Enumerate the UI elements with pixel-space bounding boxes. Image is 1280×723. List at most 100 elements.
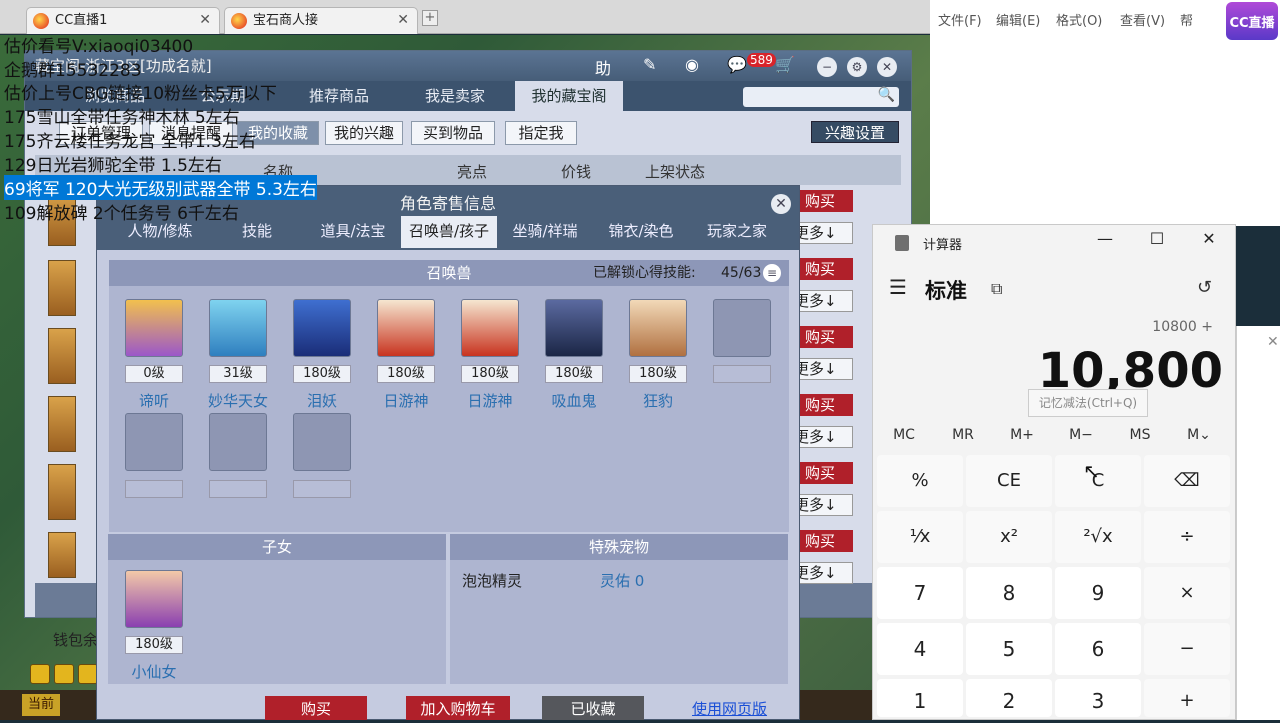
memory-list-button[interactable]: M⌄ (1170, 427, 1228, 443)
cc-favicon-icon (231, 13, 247, 29)
interest-settings-button[interactable]: 兴趣设置 (811, 121, 899, 143)
purchased-items-button[interactable]: 买到物品 (411, 121, 495, 145)
dialog-buy-button[interactable]: 购买 (265, 696, 367, 720)
listing-thumbnail[interactable] (48, 396, 76, 452)
use-web-version-link[interactable]: 使用网页版 (692, 698, 767, 719)
listing-thumbnail[interactable] (48, 328, 76, 384)
pet-portrait[interactable] (461, 299, 519, 357)
add-button[interactable]: + (1144, 679, 1230, 717)
notepad-line: 175齐云楼任务龙宫 全带1.3左右 (4, 132, 256, 152)
help-button[interactable]: 助 (595, 55, 611, 79)
memory-subtract-button[interactable]: M− (1052, 427, 1110, 443)
history-icon[interactable]: ↺ (1197, 277, 1212, 298)
list-icon[interactable]: ≡ (763, 264, 781, 282)
pet-portrait[interactable] (377, 299, 435, 357)
digit-8-button[interactable]: 8 (966, 567, 1052, 619)
tab-player-home[interactable]: 玩家之家 (689, 216, 785, 248)
listing-thumbnail[interactable] (48, 260, 76, 316)
backspace-button[interactable]: ⌫ (1144, 455, 1230, 507)
child-name[interactable]: 小仙女 (114, 661, 194, 682)
maximize-icon[interactable]: ☐ (1139, 229, 1175, 248)
memory-clear-button[interactable]: MC (875, 427, 933, 443)
digit-9-button[interactable]: 9 (1055, 567, 1141, 619)
pet-portrait[interactable] (209, 299, 267, 357)
close-icon[interactable]: ✕ (397, 8, 409, 33)
menu-format[interactable]: 格式(O) (1056, 10, 1102, 29)
add-to-cart-button[interactable]: 加入购物车 (406, 696, 510, 720)
square-button[interactable]: x² (966, 511, 1052, 563)
menu-help[interactable]: 帮 (1180, 10, 1193, 29)
tab-items[interactable]: 道具/法宝 (305, 216, 401, 248)
pet-name[interactable]: 谛听 (114, 390, 194, 411)
tab-outfits[interactable]: 锦衣/染色 (593, 216, 689, 248)
tab-seller[interactable]: 我是卖家 (407, 81, 503, 111)
tab-my-pavilion[interactable]: 我的藏宝阁 (515, 81, 623, 111)
pet-name[interactable]: 泪妖 (282, 390, 362, 411)
cart-icon[interactable]: 🛒 (775, 55, 795, 74)
memory-recall-button[interactable]: MR (934, 427, 992, 443)
new-tab-button[interactable]: + (422, 10, 438, 26)
digit-7-button[interactable]: 7 (877, 567, 963, 619)
digit-6-button[interactable]: 6 (1055, 623, 1141, 675)
reciprocal-button[interactable]: ¹⁄x (877, 511, 963, 563)
pin-icon[interactable]: ✎ (643, 55, 656, 74)
settings-icon[interactable]: ⚙ (847, 57, 867, 77)
memory-add-button[interactable]: M+ (993, 427, 1051, 443)
my-interests-button[interactable]: 我的兴趣 (325, 121, 403, 145)
hamburger-menu-icon[interactable]: ☰ (889, 275, 907, 299)
close-icon[interactable]: ✕ (877, 57, 897, 77)
pet-portrait[interactable] (293, 299, 351, 357)
empty-level-slot (125, 480, 183, 498)
assigned-to-me-button[interactable]: 指定我 (505, 121, 577, 145)
percent-button[interactable]: % (877, 455, 963, 507)
pet-portrait[interactable] (125, 299, 183, 357)
menu-view[interactable]: 查看(V) (1120, 10, 1165, 29)
tab-recommended[interactable]: 推荐商品 (291, 81, 387, 111)
record-icon[interactable]: ◉ (685, 55, 699, 74)
close-icon[interactable]: ✕ (771, 194, 791, 214)
game-up-arrow-icon[interactable] (54, 664, 74, 684)
menu-edit[interactable]: 编辑(E) (996, 10, 1040, 29)
listing-thumbnail[interactable] (48, 464, 76, 520)
digit-2-button[interactable]: 2 (966, 679, 1052, 717)
pets-section-header: 召唤兽 已解锁心得技能: 45/63 ≡ (109, 260, 789, 286)
memory-store-button[interactable]: MS (1111, 427, 1169, 443)
game-down-arrow-icon[interactable] (78, 664, 98, 684)
favorited-button[interactable]: 已收藏 (542, 696, 644, 720)
pet-name[interactable]: 狂豹 (618, 390, 698, 411)
child-portrait[interactable] (125, 570, 183, 628)
keep-on-top-icon[interactable]: ⧉ (991, 279, 1002, 299)
pet-portrait[interactable] (629, 299, 687, 357)
game-left-arrow-icon[interactable] (30, 664, 50, 684)
pet-name[interactable]: 吸血鬼 (534, 390, 614, 411)
pet-name[interactable]: 日游神 (450, 390, 530, 411)
close-icon[interactable]: ✕ (1191, 229, 1227, 248)
minimize-icon[interactable]: — (1087, 229, 1123, 248)
pet-name[interactable]: 妙华天女 (198, 390, 278, 411)
tab-pets[interactable]: 召唤兽/孩子 (401, 216, 497, 248)
digit-3-button[interactable]: 3 (1055, 679, 1141, 717)
cc-favicon-icon (33, 13, 49, 29)
close-icon[interactable]: ✕ (199, 8, 211, 33)
listing-thumbnail[interactable] (48, 532, 76, 578)
browser-tab-cc-live[interactable]: CC直播1 ✕ (26, 7, 220, 34)
subtract-button[interactable]: − (1144, 623, 1230, 675)
pet-name[interactable]: 日游神 (366, 390, 446, 411)
chat-icon[interactable]: 💬 (727, 55, 747, 74)
digit-4-button[interactable]: 4 (877, 623, 963, 675)
game-current-button[interactable]: 当前 (22, 694, 60, 716)
digit-5-button[interactable]: 5 (966, 623, 1052, 675)
close-icon[interactable]: ✕ (1267, 334, 1279, 350)
multiply-button[interactable]: × (1144, 567, 1230, 619)
digit-1-button[interactable]: 1 (877, 679, 963, 717)
divide-button[interactable]: ÷ (1144, 511, 1230, 563)
clear-entry-button[interactable]: CE (966, 455, 1052, 507)
square-root-button[interactable]: ²√x (1055, 511, 1141, 563)
tab-mounts[interactable]: 坐骑/祥瑞 (497, 216, 593, 248)
search-input[interactable]: 🔍 (743, 87, 899, 107)
browser-tab-gem-merchant[interactable]: 宝石商人接 ✕ (224, 7, 418, 34)
search-icon[interactable]: 🔍 (878, 87, 895, 103)
minimize-icon[interactable]: − (817, 57, 837, 77)
pet-portrait[interactable] (545, 299, 603, 357)
menu-file[interactable]: 文件(F) (938, 10, 982, 29)
